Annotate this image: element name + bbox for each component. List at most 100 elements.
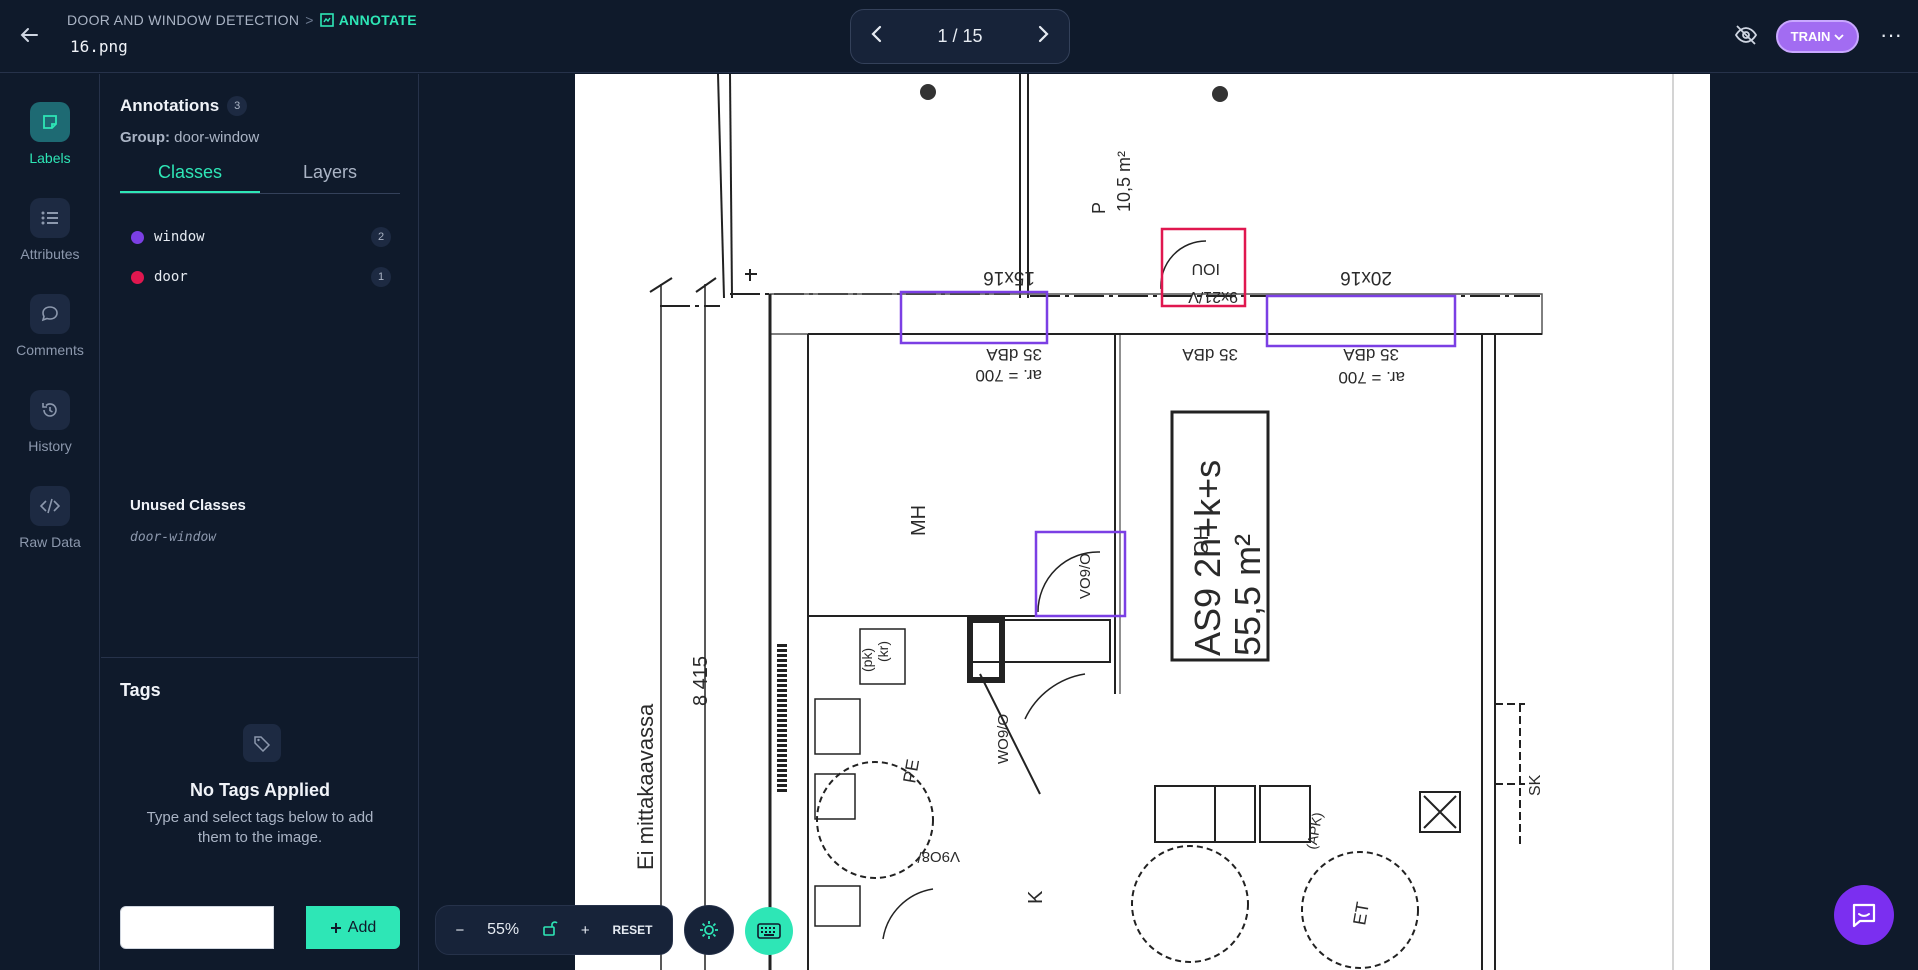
panel-tabs: Classes Layers	[120, 160, 400, 194]
plan-room-mh: MH	[908, 505, 930, 536]
plan-pe: PE	[899, 758, 923, 785]
rail-label-attributes: Attributes	[20, 246, 80, 262]
breadcrumb: DOOR AND WINDOW DETECTION > ANNOTATE	[67, 12, 417, 28]
class-count-badge: 1	[371, 267, 391, 287]
rail-item-comments[interactable]: Comments	[0, 294, 100, 358]
previous-image-button[interactable]	[865, 25, 889, 49]
plan-window-label-1: 15x16	[983, 267, 1035, 288]
no-tags-title: No Tags Applied	[189, 780, 330, 800]
breadcrumb-separator: >	[305, 12, 314, 28]
rail-item-labels[interactable]: Labels	[0, 102, 100, 166]
breadcrumb-project[interactable]: DOOR AND WINDOW DETECTION	[67, 12, 299, 28]
sun-icon	[700, 921, 718, 939]
back-arrow-icon[interactable]	[18, 24, 42, 48]
zoom-toolbar: − 55% + RESET	[435, 905, 673, 955]
plan-kr: (kr)	[875, 641, 891, 662]
plan-db-3: 35 dBA	[1343, 345, 1399, 364]
plan-apartment-title: AS9 2h+k+s	[1187, 460, 1228, 656]
rail-label-raw-data: Raw Data	[19, 534, 81, 550]
rail-item-history[interactable]: History	[0, 390, 100, 454]
plus-icon	[330, 922, 341, 933]
floor-plan-image[interactable]: P 10,5 m² 15x16 20x16 9x21/V IOU 35 dBA …	[420, 74, 1918, 970]
group-value: door-window	[174, 129, 260, 146]
train-button[interactable]: TRAIN	[1776, 20, 1859, 53]
tag-input[interactable]	[120, 906, 274, 949]
no-tags-description: Type and select tags below to add them t…	[146, 809, 374, 846]
class-name: window	[154, 229, 205, 245]
plan-ar-1: ar. = 700	[975, 366, 1042, 385]
chevron-left-icon	[871, 25, 882, 42]
plan-sk: SK	[1527, 774, 1544, 796]
plan-ar-2: ar. = 700	[1338, 368, 1405, 387]
annotations-count-badge: 3	[227, 96, 248, 116]
support-chat-button[interactable]	[1834, 885, 1894, 945]
rail-label-labels: Labels	[29, 150, 71, 166]
top-bar: DOOR AND WINDOW DETECTION > ANNOTATE 16.…	[0, 0, 1918, 73]
lock-icon[interactable]	[542, 920, 558, 940]
train-button-label: TRAIN	[1790, 29, 1831, 44]
group-info: Group: door-window	[120, 129, 259, 146]
plan-scale-note: Ei mittakaavassa	[633, 703, 658, 870]
plan-apartment-area: 55,5 m²	[1227, 534, 1268, 656]
plan-area-p: 10,5 m²	[1114, 151, 1134, 212]
plan-room-p: P	[1089, 202, 1109, 214]
reset-zoom-button[interactable]: RESET	[613, 923, 653, 937]
add-tag-button[interactable]: Add	[306, 906, 400, 949]
chat-icon	[1852, 903, 1876, 928]
keyboard-shortcuts-button[interactable]	[745, 907, 793, 955]
comments-icon	[30, 294, 70, 334]
class-item-door[interactable]: door 1	[131, 266, 391, 288]
tags-heading: Tags	[120, 680, 161, 700]
tab-classes[interactable]: Classes	[120, 160, 260, 193]
code-icon	[30, 486, 70, 526]
rail-item-attributes[interactable]: Attributes	[0, 198, 100, 262]
rail-item-raw-data[interactable]: Raw Data	[0, 486, 100, 550]
rail-label-history: History	[28, 438, 72, 454]
add-tag-label: Add	[347, 918, 377, 936]
hide-annotations-icon[interactable]	[1734, 24, 1760, 48]
class-color-dot	[131, 230, 144, 244]
breadcrumb-mode: ANNOTATE	[319, 12, 417, 28]
plan-dimension: 8 415	[690, 656, 712, 706]
breadcrumb-mode-label: ANNOTATE	[338, 12, 417, 28]
annotations-heading: Annotations 3	[120, 96, 248, 116]
keyboard-icon	[757, 923, 781, 939]
zoom-in-button[interactable]: +	[581, 922, 590, 939]
group-label: Group:	[120, 129, 170, 146]
zoom-out-button[interactable]: −	[455, 922, 464, 939]
chevron-down-icon	[1834, 33, 1844, 40]
plan-pk: (pk)	[859, 648, 875, 672]
plan-door-label: 9x21/V	[1188, 288, 1238, 305]
annotations-title: Annotations	[120, 96, 220, 115]
class-name: door	[154, 269, 188, 285]
more-options-button[interactable]: ···	[1880, 22, 1902, 48]
unused-class-item[interactable]: door-window	[130, 530, 216, 545]
image-pager: 1 / 15	[850, 9, 1070, 64]
rail-label-comments: Comments	[16, 342, 84, 358]
plan-door-wo9: WO9/O	[995, 714, 1012, 764]
file-name: 16.png	[70, 37, 128, 56]
plan-window-label-2: 20x16	[1340, 267, 1392, 288]
page-indicator: 1 / 15	[937, 26, 983, 46]
plan-db-1: 35 dBA	[986, 345, 1042, 364]
plan-et: ET	[1349, 901, 1373, 927]
plan-door-v9o8: V9O8/	[917, 848, 960, 865]
panel-divider	[101, 657, 419, 658]
zoom-level: 55%	[487, 921, 520, 938]
class-item-window[interactable]: window 2	[131, 226, 391, 248]
annotations-panel: Annotations 3 Group: door-window Classes…	[101, 74, 419, 970]
labels-icon	[30, 102, 70, 142]
class-color-dot	[131, 270, 144, 284]
brightness-button[interactable]	[684, 905, 734, 955]
next-image-button[interactable]	[1031, 25, 1055, 49]
unused-classes-heading: Unused Classes	[130, 497, 246, 514]
annotate-icon	[319, 13, 334, 27]
side-rail: Labels Attributes Comments History Raw D…	[0, 74, 100, 970]
tab-layers[interactable]: Layers	[260, 160, 400, 193]
plan-door-vo9: VO9/O	[1077, 553, 1094, 599]
history-icon	[30, 390, 70, 430]
class-count-badge: 2	[371, 227, 391, 247]
tag-icon	[243, 724, 281, 762]
attributes-icon	[30, 198, 70, 238]
image-canvas[interactable]: P 10,5 m² 15x16 20x16 9x21/V IOU 35 dBA …	[420, 74, 1918, 970]
